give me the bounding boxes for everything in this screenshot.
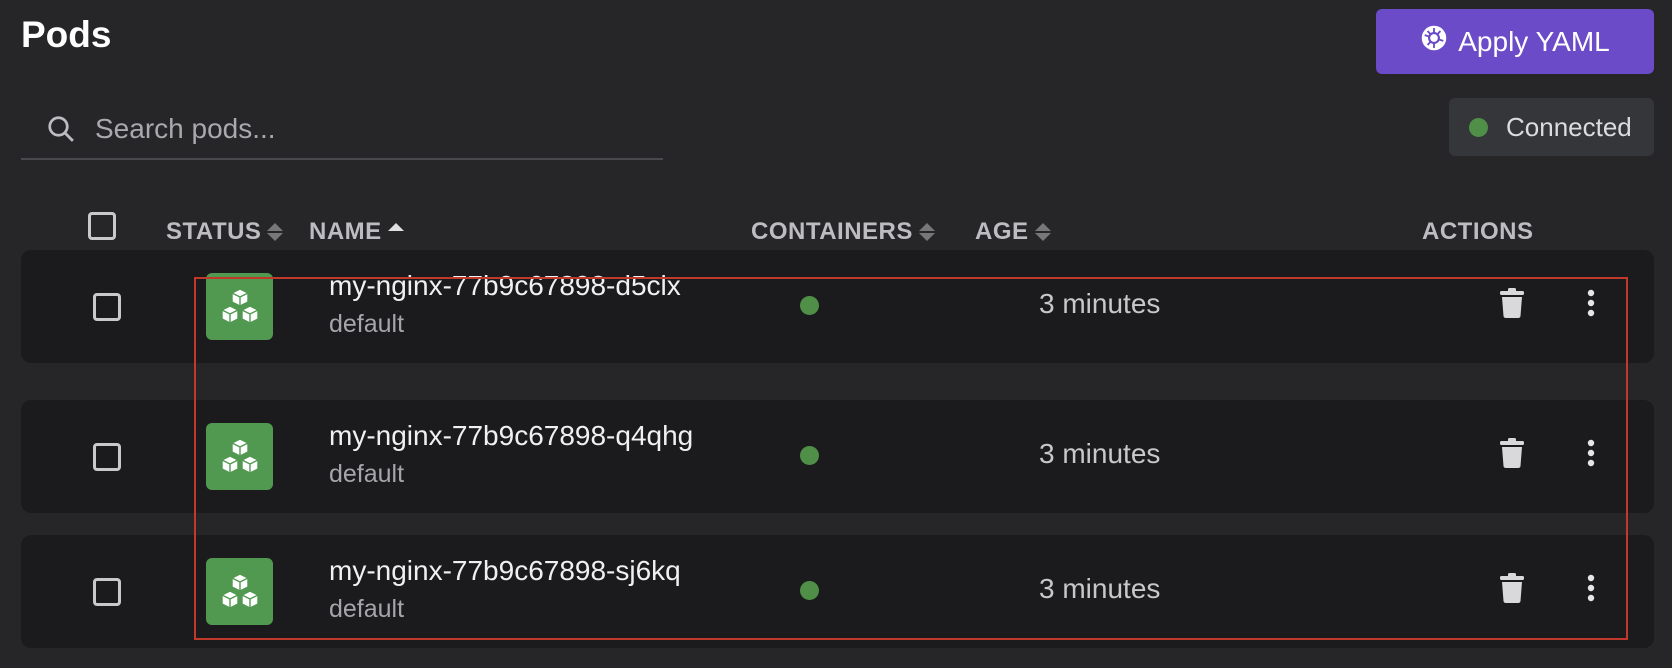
pod-namespace: default (329, 310, 405, 338)
pod-cubes-icon (206, 273, 273, 340)
column-header-containers-label: CONTAINERS (751, 218, 913, 245)
table-row[interactable]: my-nginx-77b9c67898-sj6kq default 3 minu… (21, 535, 1654, 648)
row-checkbox[interactable] (93, 443, 121, 471)
container-status-dot (800, 581, 819, 600)
pod-name[interactable]: my-nginx-77b9c67898-sj6kq (329, 555, 681, 587)
pod-name[interactable]: my-nginx-77b9c67898-q4qhg (329, 420, 693, 452)
row-checkbox[interactable] (93, 578, 121, 606)
pod-cubes-icon (206, 558, 273, 625)
column-header-age-label: AGE (975, 218, 1029, 245)
apply-yaml-label: Apply YAML (1458, 25, 1610, 57)
connection-status-dot (1469, 117, 1488, 137)
column-header-name-label: NAME (309, 218, 382, 245)
column-header-status-label: STATUS (166, 218, 262, 245)
sort-icon (267, 223, 284, 241)
search-input[interactable] (93, 112, 657, 146)
pod-namespace: default (329, 460, 405, 488)
table-row[interactable]: my-nginx-77b9c67898-d5clx default 3 minu… (21, 250, 1654, 363)
container-status-dot (800, 296, 819, 315)
column-header-age[interactable]: AGE (975, 218, 1051, 246)
sort-ascending-icon (387, 223, 404, 231)
pod-age: 3 minutes (1039, 288, 1161, 319)
kubernetes-icon (1420, 24, 1448, 59)
column-header-actions: ACTIONS (1422, 218, 1534, 246)
page-title: Pods (21, 14, 112, 55)
pod-age: 3 minutes (1039, 438, 1161, 469)
column-header-actions-label: ACTIONS (1422, 218, 1534, 245)
more-vertical-icon[interactable] (1585, 288, 1597, 323)
sort-icon (918, 223, 935, 241)
trash-icon[interactable] (1499, 288, 1525, 323)
trash-icon[interactable] (1499, 573, 1525, 608)
row-checkbox[interactable] (93, 293, 121, 321)
column-header-status[interactable]: STATUS (166, 218, 284, 246)
pod-cubes-icon (206, 423, 273, 490)
trash-icon[interactable] (1499, 438, 1525, 473)
search-bar (21, 100, 663, 160)
container-status-dot (800, 446, 819, 465)
sort-icon (1034, 223, 1051, 241)
apply-yaml-button[interactable]: Apply YAML (1376, 9, 1654, 74)
more-vertical-icon[interactable] (1585, 573, 1597, 608)
pod-age: 3 minutes (1039, 573, 1161, 604)
table-row[interactable]: my-nginx-77b9c67898-q4qhg default 3 minu… (21, 400, 1654, 513)
pod-name[interactable]: my-nginx-77b9c67898-d5clx (329, 270, 681, 302)
select-all-checkbox[interactable] (88, 212, 116, 240)
connection-status-label: Connected (1506, 111, 1632, 142)
more-vertical-icon[interactable] (1585, 438, 1597, 473)
table-header: STATUS NAME CONTAINERS AGE ACTIONS (0, 210, 1672, 254)
connection-status-badge: Connected (1449, 98, 1654, 156)
pod-namespace: default (329, 595, 405, 623)
column-header-containers[interactable]: CONTAINERS (751, 218, 935, 246)
column-header-name[interactable]: NAME (309, 218, 404, 246)
search-icon (41, 114, 81, 144)
